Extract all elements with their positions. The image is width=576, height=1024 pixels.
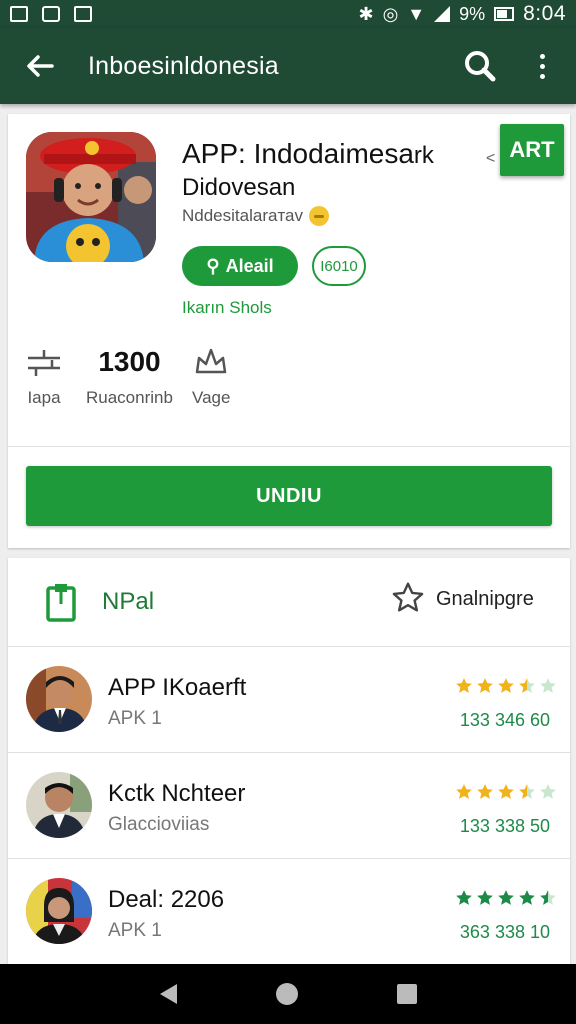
wifi-icon: ▼ <box>407 3 426 24</box>
star-icon <box>519 784 535 799</box>
star-icon <box>519 890 535 905</box>
page-title: Inboesinldonesia <box>88 51 279 80</box>
list-item[interactable]: Kctk Nchteer Glaccioviias 133 338 50 <box>8 752 570 858</box>
app-detail-card: APP: Indodaimesark Didovesan < ART Nddes… <box>8 114 570 548</box>
avatar <box>26 666 92 732</box>
back-arrow-icon[interactable] <box>20 46 60 86</box>
item-rating-count: 133 346 60 <box>459 710 550 730</box>
clock: 8:04 <box>523 2 566 25</box>
nav-home-icon[interactable] <box>275 983 298 1005</box>
rating-stars <box>454 676 558 696</box>
item-rating-count: 363 338 10 <box>459 922 550 942</box>
item-subtitle: Glaccioviias <box>108 814 210 835</box>
developer-line[interactable]: Nddesitalaraтаv <box>182 206 329 226</box>
clipboard-icon <box>46 582 76 622</box>
star-icon <box>519 678 535 693</box>
divider <box>8 446 570 447</box>
share-icon[interactable]: < <box>486 150 495 168</box>
item-title: APP IKoaerft <box>108 674 247 701</box>
list-header-label: NPal <box>102 588 155 615</box>
app-name: APP: Indodaimesark Didovesan <box>182 138 434 201</box>
star-outline-icon[interactable] <box>390 580 426 616</box>
item-title: Kctk Nchteer <box>108 780 246 807</box>
star-icon <box>498 678 514 693</box>
rating-stars <box>454 782 558 802</box>
star-icon <box>477 678 493 693</box>
nav-back-icon[interactable] <box>159 984 177 1004</box>
star-icon <box>477 890 493 905</box>
battery-icon <box>494 7 515 21</box>
install-button[interactable]: UNDIU <box>26 466 552 526</box>
category-link[interactable]: Ikarın Shols <box>182 298 272 318</box>
smiley-icon <box>309 206 329 226</box>
nav-recents-icon[interactable] <box>396 984 417 1004</box>
secondary-chip[interactable]: I6010 <box>312 246 366 286</box>
star-icon <box>498 784 514 799</box>
star-icon <box>477 784 493 799</box>
stat-iapa: Iapa <box>26 346 62 408</box>
bluetooth-icon: ✱ <box>358 3 374 24</box>
rating-stars <box>454 888 558 908</box>
developer-name: Nddesitalaraтаv <box>182 206 303 225</box>
notification-icons <box>10 6 92 22</box>
stat-vage: Vage <box>192 346 230 408</box>
app-bar: Inboesinldonesia <box>0 28 576 104</box>
list-item[interactable]: APP IKoaerft APK 1 133 346 60 <box>8 646 570 752</box>
star-icon <box>540 890 556 905</box>
system-nav-bar <box>0 964 576 1024</box>
item-title: Deal: 2206 <box>108 886 225 913</box>
item-subtitle: APK 1 <box>108 708 162 729</box>
adjust-icon <box>26 346 62 378</box>
image-notification-icon <box>10 6 28 22</box>
related-apps-card: NPal Gnalnipgre APP IKoaerft APK 1 133 3… <box>8 558 570 964</box>
more-options-icon[interactable] <box>528 46 556 86</box>
tag-icon: ⚲ <box>206 255 220 276</box>
crown-icon <box>193 346 229 378</box>
item-rating-count: 133 338 50 <box>459 816 550 836</box>
avatar <box>26 772 92 838</box>
star-icon <box>456 784 472 799</box>
vibrate-icon: ◎ <box>382 3 399 24</box>
item-subtitle: APK 1 <box>108 920 162 941</box>
primary-chip[interactable]: ⚲ Aleail <box>182 246 298 286</box>
star-icon <box>540 678 556 693</box>
battery-percent: 9% <box>459 3 486 24</box>
app-icon <box>26 132 156 262</box>
star-icon <box>456 890 472 905</box>
signal-icon <box>434 6 451 22</box>
art-badge[interactable]: ART <box>500 124 564 176</box>
avatar <box>26 878 92 944</box>
star-icon <box>456 678 472 693</box>
app-notification-icon <box>42 6 60 22</box>
status-bar: ✱ ◎ ▼ 9% 8:04 <box>0 0 576 28</box>
sort-dropdown[interactable]: Gnalnipgre <box>436 588 534 611</box>
search-icon[interactable] <box>460 46 500 86</box>
star-icon <box>540 784 556 799</box>
gallery-notification-icon <box>74 6 92 22</box>
star-icon <box>498 890 514 905</box>
stat-ratings: 1300 Ruaconrinb <box>86 346 173 407</box>
list-item[interactable]: Deal: 2206 APK 1 363 338 10 <box>8 858 570 964</box>
